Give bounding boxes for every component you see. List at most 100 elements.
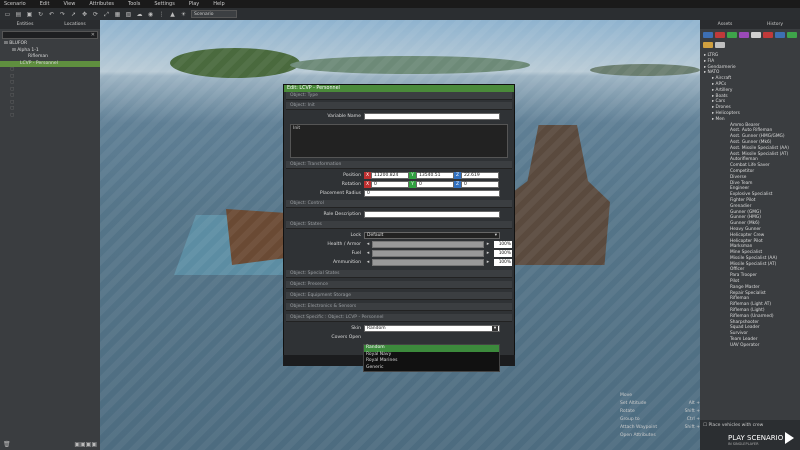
menu-scenario[interactable]: Scenario bbox=[4, 1, 26, 7]
health-fill bbox=[373, 242, 483, 247]
faction-icon[interactable] bbox=[739, 32, 749, 38]
position-z-input[interactable]: 22.619 bbox=[461, 172, 499, 179]
rotation-x-input[interactable]: 0 bbox=[371, 181, 409, 188]
chevron-left-icon[interactable]: ◂ bbox=[364, 250, 372, 257]
scale-icon[interactable]: ⤢ bbox=[103, 11, 110, 18]
entities-search-input[interactable]: ✕ bbox=[2, 31, 98, 39]
ammo-value[interactable]: 100% bbox=[494, 259, 512, 266]
reload-icon[interactable]: ↻ bbox=[37, 11, 44, 18]
select-icon[interactable]: ➚ bbox=[70, 11, 77, 18]
rotation-y-input[interactable]: 0 bbox=[416, 181, 454, 188]
section-object-specific[interactable]: Object Specific : Object: LCVP - Personn… bbox=[286, 314, 512, 322]
hint-row: Attach Waypoint Shift + bbox=[620, 425, 700, 430]
terrain-icon[interactable]: ▲ bbox=[169, 11, 176, 18]
rotation-z-input[interactable]: 0 bbox=[461, 181, 499, 188]
section-equipment-storage[interactable]: Object: Equipment Storage bbox=[286, 292, 512, 300]
menu-view[interactable]: View bbox=[63, 1, 75, 7]
assets-panel: Assets History ▸ LTRG ▸ FIA ▸ Gendarmerie ▸… bbox=[700, 20, 800, 450]
map-icon[interactable]: ▧ bbox=[125, 11, 132, 18]
tab-assets[interactable]: Assets bbox=[700, 20, 750, 29]
fuel-label: Fuel bbox=[351, 251, 361, 256]
snap-icon[interactable]: ⋮ bbox=[158, 11, 165, 18]
close-icon[interactable]: ✕ bbox=[91, 32, 95, 38]
health-value[interactable]: 100% bbox=[494, 241, 512, 248]
placement-radius-label: Placement Radius bbox=[319, 191, 361, 196]
section-control[interactable]: Object: Control bbox=[286, 200, 512, 208]
redo-icon[interactable]: ↷ bbox=[59, 11, 66, 18]
section-type[interactable]: Object: Type bbox=[286, 92, 512, 100]
lock-label: Lock bbox=[350, 233, 361, 238]
toolbar: ▭ ▤ ▣ ↻ ↶ ↷ ➚ ✥ ⟳ ⤢ ▦ ▧ ☁ ◉ ⋮ ▲ ☀ Scenar… bbox=[0, 8, 800, 20]
position-y-input[interactable]: 13540.51 bbox=[416, 172, 454, 179]
menu-settings[interactable]: Settings bbox=[154, 1, 175, 7]
faction-icon[interactable] bbox=[727, 32, 737, 38]
menu-edit[interactable]: Edit bbox=[40, 1, 50, 7]
chevron-right-icon[interactable]: ▸ bbox=[484, 241, 492, 248]
tab-history[interactable]: History bbox=[750, 20, 800, 29]
axis-z-label: Z bbox=[454, 172, 461, 179]
menu-help[interactable]: Help bbox=[213, 1, 224, 7]
variable-name-input[interactable] bbox=[364, 113, 500, 120]
section-init[interactable]: Object: Init bbox=[286, 102, 512, 110]
faction-icon[interactable] bbox=[775, 32, 785, 38]
menu-bar: Scenario Edit View Attributes Tools Sett… bbox=[0, 0, 800, 8]
section-electronics[interactable]: Object: Electronics & Sensors bbox=[286, 303, 512, 311]
position-x-input[interactable]: 11200.824 bbox=[371, 172, 409, 179]
menu-tools[interactable]: Tools bbox=[128, 1, 140, 7]
entities-footer: 🗑 ▣▣▣▣ bbox=[0, 438, 100, 450]
save-icon[interactable]: ▣ bbox=[26, 11, 33, 18]
faction-icon[interactable] bbox=[787, 32, 797, 38]
section-special-states[interactable]: Object: Special States bbox=[286, 270, 512, 278]
chevron-left-icon[interactable]: ◂ bbox=[364, 259, 372, 266]
fuel-value[interactable]: 100% bbox=[494, 250, 512, 257]
faction-icon[interactable] bbox=[751, 32, 761, 38]
menu-attributes[interactable]: Attributes bbox=[89, 1, 114, 7]
init-textarea[interactable]: Init bbox=[290, 124, 508, 158]
place-with-crew-checkbox[interactable]: ☐ Place vehicles with crew bbox=[703, 423, 763, 428]
play-scenario-button[interactable]: PLAY SCENARIO bbox=[728, 434, 783, 442]
play-area: ☐ Place vehicles with crew PLAY SCENARIO… bbox=[700, 420, 800, 450]
axis-y-label: Y bbox=[409, 181, 416, 188]
new-icon[interactable]: ▭ bbox=[4, 11, 11, 18]
faction-icon[interactable] bbox=[715, 42, 725, 48]
mode-select[interactable]: Scenario bbox=[191, 10, 237, 18]
section-transformation[interactable]: Object: Transformation bbox=[286, 161, 512, 169]
undo-icon[interactable]: ↶ bbox=[48, 11, 55, 18]
tab-entities[interactable]: Entities bbox=[0, 20, 50, 29]
faction-icon[interactable] bbox=[763, 32, 773, 38]
faction-icon[interactable] bbox=[703, 32, 713, 38]
move-icon[interactable]: ✥ bbox=[81, 11, 88, 18]
role-description-input[interactable] bbox=[364, 211, 500, 218]
faction-icon[interactable] bbox=[715, 32, 725, 38]
tab-locations[interactable]: Locations bbox=[50, 20, 100, 29]
skin-option[interactable]: Generic bbox=[364, 365, 499, 372]
faction-icon[interactable] bbox=[703, 42, 713, 48]
open-icon[interactable]: ▤ bbox=[15, 11, 22, 18]
weather-icon[interactable]: ☁ bbox=[136, 11, 143, 18]
lock-select[interactable]: Default ▾ bbox=[364, 232, 500, 239]
light-icon[interactable]: ☀ bbox=[180, 11, 187, 18]
chevron-right-icon[interactable]: ▸ bbox=[484, 259, 492, 266]
play-arrow-icon[interactable] bbox=[785, 432, 794, 444]
placement-radius-input[interactable]: 0 bbox=[364, 190, 500, 197]
grid-icon[interactable]: ▦ bbox=[114, 11, 121, 18]
chevron-left-icon[interactable]: ◂ bbox=[364, 241, 372, 248]
tree-item[interactable]: ▢ bbox=[0, 113, 100, 120]
folder-icons[interactable]: ▣▣▣▣ bbox=[74, 441, 97, 448]
trash-icon[interactable]: 🗑 bbox=[3, 441, 11, 448]
fuel-fill bbox=[373, 251, 483, 256]
section-presence[interactable]: Object: Presence bbox=[286, 281, 512, 289]
axis-x-label: X bbox=[364, 172, 371, 179]
rotate-icon[interactable]: ⟳ bbox=[92, 11, 99, 18]
ammo-slider[interactable] bbox=[372, 259, 484, 266]
menu-play[interactable]: Play bbox=[189, 1, 199, 7]
chevron-right-icon[interactable]: ▸ bbox=[484, 250, 492, 257]
fuel-slider[interactable] bbox=[372, 250, 484, 257]
asset-item[interactable]: UAV Operator bbox=[700, 343, 800, 349]
camera-icon[interactable]: ◉ bbox=[147, 11, 154, 18]
play-subtitle: IN SINGLEPLAYER bbox=[728, 442, 759, 446]
skin-select[interactable]: Random ▾ bbox=[364, 325, 500, 332]
entities-tree: ⊟ BLUFOR ⊟ Alpha 1-1 Rifleman LCVP - Per… bbox=[0, 41, 100, 119]
health-slider[interactable] bbox=[372, 241, 484, 248]
section-states[interactable]: Object: States bbox=[286, 221, 512, 229]
